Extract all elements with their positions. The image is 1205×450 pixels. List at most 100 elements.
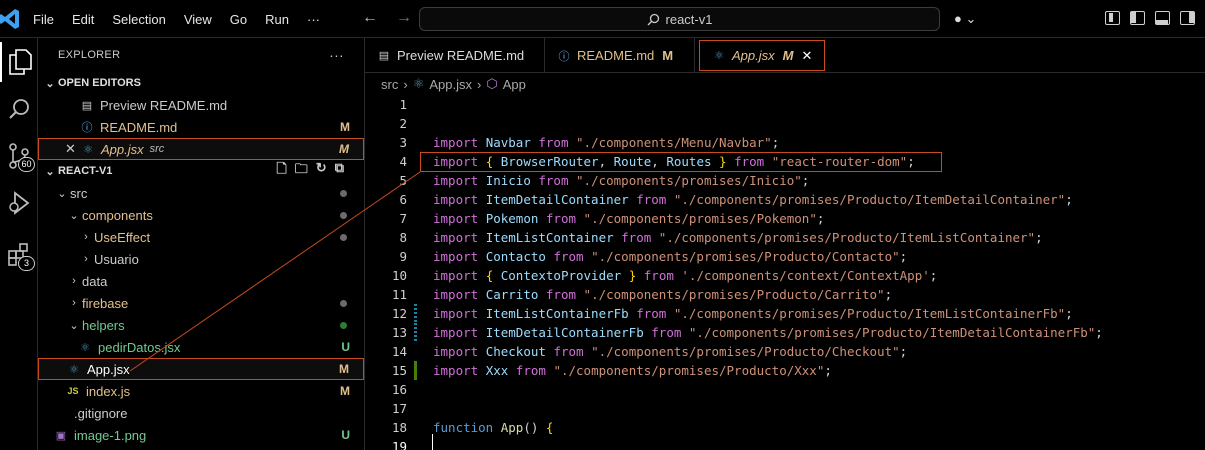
new-file-icon[interactable]: 🗋	[276, 160, 286, 182]
refresh-icon[interactable]: ↻	[316, 160, 327, 182]
customize-layout-icon[interactable]	[1105, 11, 1120, 25]
explorer-activity[interactable]	[0, 42, 38, 82]
tree-folder[interactable]: ⌄ components	[38, 204, 364, 226]
chevron-right-icon: ›	[72, 275, 76, 287]
explorer-header: EXPLORER ···	[38, 38, 364, 72]
chevron-down-icon: ⌄	[57, 187, 67, 200]
code-text: import ItemListContainerFb from "./compo…	[433, 306, 1073, 321]
tree-item-label: firebase	[82, 295, 129, 311]
extensions-badge: 3	[18, 256, 35, 271]
tab-app-jsx[interactable]: ⚛ App.jsx M ✕	[699, 40, 826, 71]
menu-item[interactable]: ···	[298, 12, 329, 27]
menu-item[interactable]: Selection	[103, 12, 174, 27]
code-token: import	[433, 173, 479, 188]
tree-item-label: UseEffect	[94, 229, 151, 245]
breadcrumb-item[interactable]: App.jsx	[429, 77, 472, 92]
code-text: import Checkout from "./components/promi…	[433, 344, 907, 359]
git-status-badge: U	[341, 428, 350, 442]
code-token: ;	[899, 344, 908, 359]
code-editor[interactable]: 1 2 3 import Navbar from "./components/Menu…	[365, 95, 1205, 450]
tree-folder[interactable]: › data	[38, 270, 364, 292]
command-center-search[interactable]: react-v1	[419, 7, 940, 31]
code-token: import	[433, 325, 479, 340]
code-token: ;	[884, 287, 893, 302]
project-section[interactable]: ⌄ REACT-V1 🗋 🗀 ↻ ⧉	[38, 160, 364, 182]
menu-item[interactable]: File	[24, 12, 63, 27]
tab-preview-readme[interactable]: ▤ Preview README.md	[365, 38, 545, 73]
line-number: 6	[399, 192, 407, 207]
tree-file[interactable]: ⚛ pedirDatos.jsx U	[38, 336, 364, 358]
breadcrumb-item[interactable]: App	[503, 77, 526, 92]
code-token: import	[433, 249, 479, 264]
toggle-primary-sidebar-icon[interactable]	[1130, 11, 1145, 25]
react-icon: ⚛	[80, 341, 90, 354]
gutter-added-marker	[414, 361, 417, 380]
forward-arrow-icon[interactable]: →	[396, 9, 412, 27]
code-token: ;	[1095, 325, 1103, 340]
menu-item[interactable]: Run	[256, 12, 298, 27]
open-editors-title: OPEN EDITORS	[58, 77, 141, 89]
menu-item[interactable]: Go	[221, 12, 256, 27]
copilot-button[interactable]: ● ⌄	[954, 11, 976, 27]
code-token: from	[515, 363, 546, 378]
code-token: import	[433, 135, 479, 150]
code-token: "./components/promises/Producto/Checkout…	[591, 344, 900, 359]
tree-file[interactable]: .gitignore	[38, 402, 364, 424]
run-debug-activity[interactable]	[0, 183, 38, 223]
new-folder-icon[interactable]: 🗀	[295, 160, 308, 182]
code-token: "./components/promises/Pokemon"	[583, 211, 817, 226]
close-icon[interactable]: ✕	[65, 141, 81, 157]
source-control-activity[interactable]: 60	[0, 136, 38, 176]
code-line: 17	[365, 399, 1205, 418]
tree-folder[interactable]: ⌄ src	[38, 182, 364, 204]
code-text: import Contacto from "./components/promi…	[433, 249, 907, 264]
line-number: 12	[391, 306, 407, 321]
code-line: 11 import Carrito from "./components/prom…	[365, 285, 1205, 304]
tab-readme[interactable]: ⓘ README.md M	[545, 38, 695, 73]
back-arrow-icon[interactable]: ←	[362, 9, 378, 27]
collapse-all-icon[interactable]: ⧉	[335, 160, 344, 182]
menu-item[interactable]: View	[175, 12, 221, 27]
extensions-activity[interactable]: 3	[0, 235, 38, 275]
line-number: 14	[391, 344, 407, 359]
git-status-badge: U	[341, 340, 350, 354]
tree-folder[interactable]: ⌄ helpers	[38, 314, 364, 336]
tree-folder[interactable]: › firebase	[38, 292, 364, 314]
search-activity[interactable]	[0, 89, 38, 129]
js-file-icon: JS	[67, 386, 79, 396]
chevron-down-icon: ⌄	[961, 11, 977, 26]
search-icon	[647, 13, 659, 25]
layout-controls	[1105, 11, 1195, 25]
close-icon[interactable]: ✕	[801, 48, 812, 64]
line-number: 18	[391, 420, 407, 435]
tree-file[interactable]: JS index.js M	[38, 380, 364, 402]
breadcrumb-item[interactable]: src	[381, 77, 398, 92]
react-icon: ⚛	[83, 143, 93, 156]
tree-item-label: src	[70, 185, 88, 201]
open-editors-section[interactable]: ⌄ OPEN EDITORS	[38, 72, 364, 94]
tree-item-label: components	[82, 207, 153, 223]
toggle-panel-icon[interactable]	[1155, 11, 1170, 25]
tree-file[interactable]: ⚛ App.jsx M	[38, 358, 364, 380]
menu-item[interactable]: Edit	[63, 12, 103, 27]
gutter-modified-marker	[414, 323, 417, 342]
tree-folder[interactable]: › Usuario	[38, 248, 364, 270]
toggle-secondary-sidebar-icon[interactable]	[1180, 11, 1195, 25]
open-editor-item[interactable]: ▤ Preview README.md	[38, 94, 364, 116]
more-actions-icon[interactable]: ···	[329, 47, 344, 63]
code-text: import Inicio from "./components/promise…	[433, 173, 809, 188]
open-editor-item-active[interactable]: ✕ ⚛ App.jsx src M	[38, 138, 364, 160]
open-editor-item[interactable]: ⓘ README.md M	[38, 116, 364, 138]
tree-file[interactable]: ▣ image-1.png U	[38, 424, 364, 446]
chevron-down-icon: ⌄	[45, 165, 55, 178]
tree-folder[interactable]: › UseEffect	[38, 226, 364, 248]
